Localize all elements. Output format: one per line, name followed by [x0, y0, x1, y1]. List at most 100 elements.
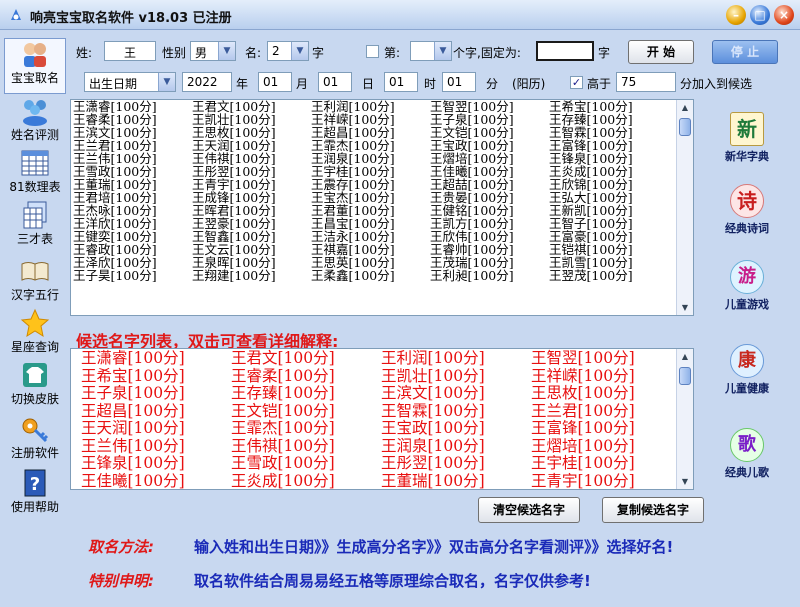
candidate-item[interactable]: 王佳曦[100分]	[81, 472, 231, 489]
list-item[interactable]: 王铠祺[100分]	[549, 243, 668, 256]
list-item[interactable]: 王青宇[100分]	[192, 178, 311, 191]
list-item[interactable]: 王雪政[100分]	[73, 165, 192, 178]
candidate-item[interactable]: 王熠培[100分]	[531, 437, 681, 456]
list-item[interactable]: 王翔建[100分]	[192, 269, 311, 282]
list-item[interactable]: 王超昌[100分]	[311, 126, 430, 139]
scroll-up-icon[interactable]: ▲	[678, 349, 692, 364]
candidate-item[interactable]: 王天润[100分]	[81, 419, 231, 438]
list-item[interactable]: 王超喆[100分]	[430, 178, 549, 191]
sidebar-item-name-evaluation[interactable]: 姓名评测	[4, 96, 66, 143]
sidebar-item-register[interactable]: 注册软件	[4, 414, 66, 461]
candidate-item[interactable]: 王彤翌[100分]	[381, 454, 531, 473]
list-item[interactable]: 王洋欣[100分]	[73, 217, 192, 230]
list-item[interactable]: 王宇桂[100分]	[311, 165, 430, 178]
sidebar-item-81-table[interactable]: 81数理表	[4, 148, 66, 195]
list-item[interactable]: 王董瑞[100分]	[73, 178, 192, 191]
list-item[interactable]: 王伟祺[100分]	[192, 152, 311, 165]
candidate-item[interactable]: 王富锋[100分]	[531, 419, 681, 438]
right-item-poetry[interactable]: 诗 经典诗词	[712, 184, 782, 236]
candidate-item[interactable]: 王文铠[100分]	[231, 402, 381, 421]
candidate-item[interactable]: 王炎成[100分]	[231, 472, 381, 489]
scroll-thumb[interactable]	[679, 367, 691, 385]
list-item[interactable]: 王文铠[100分]	[430, 126, 549, 139]
close-button[interactable]: ×	[774, 5, 794, 25]
sidebar-item-three-talents[interactable]: 三才表	[4, 200, 66, 247]
candidate-item[interactable]: 王润泉[100分]	[381, 437, 531, 456]
date-type-select[interactable]: 出生日期 ▼	[84, 72, 176, 92]
list-item[interactable]: 王智鑫[100分]	[192, 230, 311, 243]
candidate-item[interactable]: 王存臻[100分]	[231, 384, 381, 403]
list-item[interactable]: 王弘大[100分]	[549, 191, 668, 204]
list-item[interactable]: 王天润[100分]	[192, 139, 311, 152]
list-item[interactable]: 王子昊[100分]	[73, 269, 192, 282]
right-item-kids-games[interactable]: 游 儿童游戏	[712, 260, 782, 312]
stop-button[interactable]: 停 止	[712, 40, 778, 64]
list-item[interactable]: 王富锋[100分]	[549, 139, 668, 152]
candidate-item[interactable]: 王青宇[100分]	[531, 472, 681, 489]
candidate-item[interactable]: 王兰伟[100分]	[81, 437, 231, 456]
list-item[interactable]: 王睿柔[100分]	[73, 113, 192, 126]
list-item[interactable]: 王君文[100分]	[192, 100, 311, 113]
sidebar-item-help[interactable]: ? 使用帮助	[4, 468, 66, 515]
list-item[interactable]: 王凯方[100分]	[430, 217, 549, 230]
list-item[interactable]: 王晖君[100分]	[192, 204, 311, 217]
candidate-names-list[interactable]: 王潇睿[100分] 王君文[100分] 王利润[100分] 王智翌[100分] 王希宝[…	[70, 348, 694, 490]
list-item[interactable]: 王贵晏[100分]	[430, 191, 549, 204]
candidate-item[interactable]: 王霏杰[100分]	[231, 419, 381, 438]
list-item[interactable]: 王洁永[100分]	[311, 230, 430, 243]
candidate-item[interactable]: 王希宝[100分]	[81, 367, 231, 386]
list-item[interactable]: 王泉晖[100分]	[192, 256, 311, 269]
list-item[interactable]: 王炎成[100分]	[549, 165, 668, 178]
day-input[interactable]: 01	[318, 72, 352, 92]
year-input[interactable]: 2022	[182, 72, 232, 92]
candidate-item[interactable]: 王智霖[100分]	[381, 402, 531, 421]
list-item[interactable]: 王睿政[100分]	[73, 243, 192, 256]
candidate-item[interactable]: 王思枚[100分]	[531, 384, 681, 403]
sidebar-item-switch-skin[interactable]: 切换皮肤	[4, 360, 66, 407]
candidate-item[interactable]: 王超昌[100分]	[81, 402, 231, 421]
candidate-item[interactable]: 王凯壮[100分]	[381, 367, 531, 386]
candidate-item[interactable]: 王祥嵘[100分]	[531, 367, 681, 386]
list-item[interactable]: 王彤翌[100分]	[192, 165, 311, 178]
list-item[interactable]: 王泽欣[100分]	[73, 256, 192, 269]
candidate-list-scrollbar[interactable]: ▲ ▼	[676, 349, 693, 489]
list-item[interactable]: 王欣伟[100分]	[430, 230, 549, 243]
candidate-item[interactable]: 王董瑞[100分]	[381, 472, 531, 489]
start-button[interactable]: 开 始	[628, 40, 694, 64]
list-item[interactable]: 王锋泉[100分]	[549, 152, 668, 165]
sidebar-item-hanzi-five-elements[interactable]: 汉字五行	[4, 256, 66, 303]
scroll-down-icon[interactable]: ▼	[678, 474, 692, 489]
generated-names-list[interactable]: 王潇睿[100分] 王君文[100分] 王利润[100分] 王智翌[100分] 王希宝[…	[70, 99, 694, 316]
sidebar-item-constellation[interactable]: 星座查询	[4, 308, 66, 355]
list-item[interactable]: 王柔鑫[100分]	[311, 269, 430, 282]
hour-input[interactable]: 01	[384, 72, 418, 92]
name-length-select[interactable]: 2 ▼	[267, 41, 309, 61]
list-item[interactable]: 王君培[100分]	[73, 191, 192, 204]
maximize-button[interactable]: □	[750, 5, 770, 25]
list-item[interactable]: 王欣锦[100分]	[549, 178, 668, 191]
list-item[interactable]: 王祥嵘[100分]	[311, 113, 430, 126]
candidate-item[interactable]: 王子泉[100分]	[81, 384, 231, 403]
list-item[interactable]: 王滨文[100分]	[73, 126, 192, 139]
list-item[interactable]: 王震存[100分]	[311, 178, 430, 191]
list-item[interactable]: 王君董[100分]	[311, 204, 430, 217]
list-item[interactable]: 王希宝[100分]	[549, 100, 668, 113]
list-item[interactable]: 王凯雪[100分]	[549, 256, 668, 269]
gender-select[interactable]: 男 ▼	[190, 41, 236, 61]
scroll-down-icon[interactable]: ▼	[678, 300, 692, 315]
list-item[interactable]: 王思英[100分]	[311, 256, 430, 269]
list-item[interactable]: 王翌茂[100分]	[549, 269, 668, 282]
list-item[interactable]: 王霏杰[100分]	[311, 139, 430, 152]
candidate-item[interactable]: 王宇桂[100分]	[531, 454, 681, 473]
list-item[interactable]: 王子泉[100分]	[430, 113, 549, 126]
list-item[interactable]: 王智翌[100分]	[430, 100, 549, 113]
scroll-thumb[interactable]	[679, 118, 691, 136]
list-item[interactable]: 王思枚[100分]	[192, 126, 311, 139]
list-item[interactable]: 王成锋[100分]	[192, 191, 311, 204]
list-item[interactable]: 王润泉[100分]	[311, 152, 430, 165]
list-item[interactable]: 王潇睿[100分]	[73, 100, 192, 113]
list-item[interactable]: 王熠培[100分]	[430, 152, 549, 165]
copy-candidates-button[interactable]: 复制候选名字	[602, 497, 704, 523]
list-item[interactable]: 王茂瑞[100分]	[430, 256, 549, 269]
right-item-kids-songs[interactable]: 歌 经典儿歌	[712, 428, 782, 480]
